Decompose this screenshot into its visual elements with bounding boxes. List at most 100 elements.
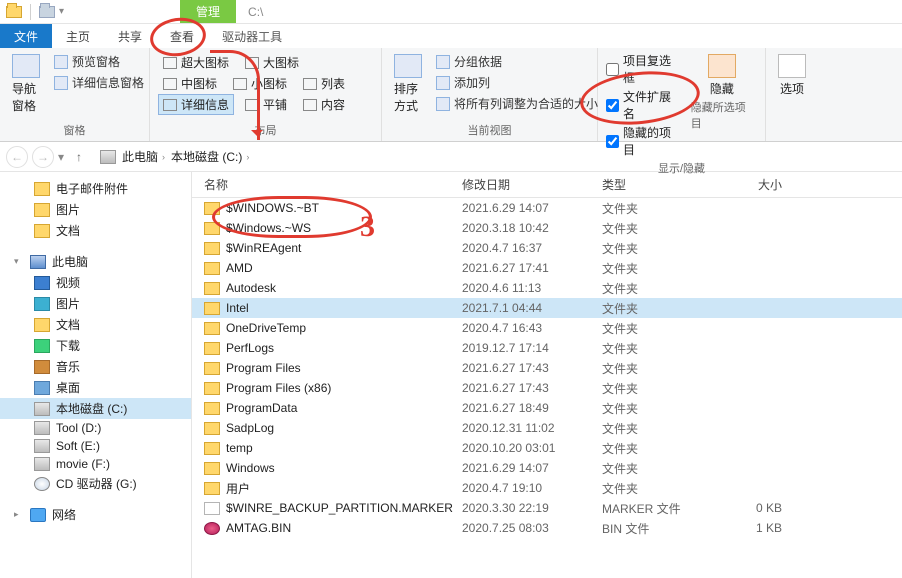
hidden-items-checkbox[interactable] (606, 135, 619, 148)
nav-drive-d[interactable]: Tool (D:) (0, 419, 191, 437)
tab-view[interactable]: 查看 (156, 24, 208, 48)
file-date: 2020.3.30 22:19 (462, 501, 602, 515)
file-row[interactable]: $WinREAgent2020.4.7 16:37文件夹 (192, 238, 902, 258)
view-content[interactable]: 内容 (298, 94, 350, 115)
tab-drive-tools[interactable]: 驱动器工具 (208, 24, 296, 48)
sort-by-button[interactable]: 排序方式 (390, 52, 426, 116)
folder-icon (34, 182, 50, 196)
view-details[interactable]: 详细信息 (158, 94, 234, 115)
nav-drive-e[interactable]: Soft (E:) (0, 437, 191, 455)
file-icon (204, 522, 220, 535)
file-row[interactable]: $WINRE_BACKUP_PARTITION.MARKER2020.3.30 … (192, 498, 902, 518)
file-type: 文件夹 (602, 420, 722, 437)
folder-icon (204, 482, 220, 495)
folder-icon (204, 222, 220, 235)
item-checkboxes-checkbox[interactable] (606, 63, 619, 76)
item-checkboxes-toggle[interactable]: 项目复选框 (606, 52, 679, 86)
nav-drive-f[interactable]: movie (F:) (0, 455, 191, 473)
nav-documents2-label: 文档 (56, 316, 80, 333)
file-row[interactable]: 用户2020.4.7 19:10文件夹 (192, 478, 902, 498)
nav-cd-drive-g[interactable]: CD 驱动器 (G:) (0, 473, 191, 494)
file-row[interactable]: AMD2021.6.27 17:41文件夹 (192, 258, 902, 278)
nav-videos[interactable]: 视频 (0, 272, 191, 293)
file-row[interactable]: PerfLogs2019.12.7 17:14文件夹 (192, 338, 902, 358)
file-name: ProgramData (226, 401, 297, 415)
file-row[interactable]: Program Files2021.6.27 17:43文件夹 (192, 358, 902, 378)
nav-cd-g-label: CD 驱动器 (G:) (56, 475, 137, 492)
nav-pictures[interactable]: 图片 (0, 199, 191, 220)
file-row[interactable]: $WINDOWS.~BT2021.6.29 14:07文件夹 (192, 198, 902, 218)
file-row[interactable]: temp2020.10.20 03:01文件夹 (192, 438, 902, 458)
recent-locations-button[interactable]: ▾ (58, 150, 64, 164)
file-name: AMTAG.BIN (226, 521, 291, 535)
chevron-down-icon[interactable]: ▾ (59, 6, 64, 17)
file-date: 2021.6.27 17:43 (462, 361, 602, 375)
file-extensions-toggle[interactable]: 文件扩展名 (606, 88, 679, 122)
column-header-size[interactable]: 大小 (722, 176, 822, 193)
file-row[interactable]: ProgramData2021.6.27 18:49文件夹 (192, 398, 902, 418)
up-button[interactable]: ↑ (68, 146, 90, 168)
back-button[interactable]: ← (6, 146, 28, 168)
file-name: Windows (226, 461, 275, 475)
file-date: 2021.6.29 14:07 (462, 201, 602, 215)
view-extra-large-icons[interactable]: 超大图标 (158, 52, 234, 73)
column-header-date[interactable]: 修改日期 (462, 176, 602, 193)
nav-documents-2[interactable]: 文档 (0, 314, 191, 335)
file-row[interactable]: AMTAG.BIN2020.7.25 08:03BIN 文件1 KB (192, 518, 902, 538)
expander-icon[interactable]: ▸ (14, 509, 24, 520)
navigation-tree[interactable]: 电子邮件附件 图片 文档 ▾此电脑 视频 图片 文档 下载 音乐 桌面 本地磁盘… (0, 172, 192, 578)
nav-pictures-2[interactable]: 图片 (0, 293, 191, 314)
nav-music[interactable]: 音乐 (0, 356, 191, 377)
view-medium-icons[interactable]: 中图标 (158, 73, 222, 94)
hide-label: 隐藏 (710, 80, 734, 97)
navigation-pane-button[interactable]: 导航窗格 (8, 52, 44, 116)
file-extensions-checkbox[interactable] (606, 99, 619, 112)
nav-desktop[interactable]: 桌面 (0, 377, 191, 398)
current-view-group-label: 当前视图 (390, 120, 589, 141)
nav-network[interactable]: ▸网络 (0, 504, 191, 525)
nav-drive-c[interactable]: 本地磁盘 (C:) (0, 398, 191, 419)
add-columns-icon (436, 76, 450, 90)
group-by-button[interactable]: 分组依据 (434, 52, 600, 71)
expander-icon[interactable]: ▾ (14, 256, 24, 267)
hidden-items-toggle[interactable]: 隐藏的项目 (606, 124, 679, 158)
nav-downloads[interactable]: 下载 (0, 335, 191, 356)
folder-icon (204, 382, 220, 395)
file-row[interactable]: SadpLog2020.12.31 11:02文件夹 (192, 418, 902, 438)
file-row[interactable]: Windows2021.6.29 14:07文件夹 (192, 458, 902, 478)
nav-documents[interactable]: 文档 (0, 220, 191, 241)
column-header-name[interactable]: 名称 (192, 176, 462, 193)
file-row[interactable]: $Windows.~WS2020.3.18 10:42文件夹 (192, 218, 902, 238)
chevron-right-icon[interactable]: › (246, 152, 249, 162)
preview-pane-button[interactable]: 预览窗格 (52, 52, 146, 71)
size-all-columns-button[interactable]: 将所有列调整为合适的大小 (434, 94, 600, 113)
file-row[interactable]: Autodesk2020.4.6 11:13文件夹 (192, 278, 902, 298)
view-large-icons[interactable]: 大图标 (240, 52, 304, 73)
breadcrumb-this-pc[interactable]: 此电脑› (122, 148, 165, 165)
tab-file[interactable]: 文件 (0, 24, 52, 48)
view-list[interactable]: 列表 (298, 73, 350, 94)
column-header-type[interactable]: 类型 (602, 176, 722, 193)
tab-home[interactable]: 主页 (52, 24, 104, 48)
view-small-icons[interactable]: 小图标 (228, 73, 292, 94)
breadcrumb[interactable]: 此电脑› 本地磁盘 (C:)› (94, 148, 255, 165)
manage-contextual-tab[interactable]: 管理 (180, 0, 236, 23)
hidden-items-label: 隐藏的项目 (623, 124, 679, 158)
breadcrumb-drive-c[interactable]: 本地磁盘 (C:)› (171, 148, 249, 165)
navigation-pane-icon (12, 54, 40, 78)
nav-this-pc[interactable]: ▾此电脑 (0, 251, 191, 272)
tab-share[interactable]: 共享 (104, 24, 156, 48)
file-row[interactable]: OneDriveTemp2020.4.7 16:43文件夹 (192, 318, 902, 338)
chevron-right-icon[interactable]: › (162, 152, 165, 162)
file-row[interactable]: Program Files (x86)2021.6.27 17:43文件夹 (192, 378, 902, 398)
file-type: 文件夹 (602, 260, 722, 277)
nav-email-attachments[interactable]: 电子邮件附件 (0, 178, 191, 199)
hide-selected-button[interactable]: 隐藏 隐藏所选项目 (687, 52, 757, 133)
details-pane-button[interactable]: 详细信息窗格 (52, 73, 146, 92)
add-columns-button[interactable]: 添加列 (434, 73, 600, 92)
forward-button[interactable]: → (32, 146, 54, 168)
options-button[interactable]: 选项 (774, 52, 810, 99)
file-type: 文件夹 (602, 280, 722, 297)
view-tiles[interactable]: 平铺 (240, 94, 292, 115)
file-row[interactable]: Intel2021.7.1 04:44文件夹 (192, 298, 902, 318)
